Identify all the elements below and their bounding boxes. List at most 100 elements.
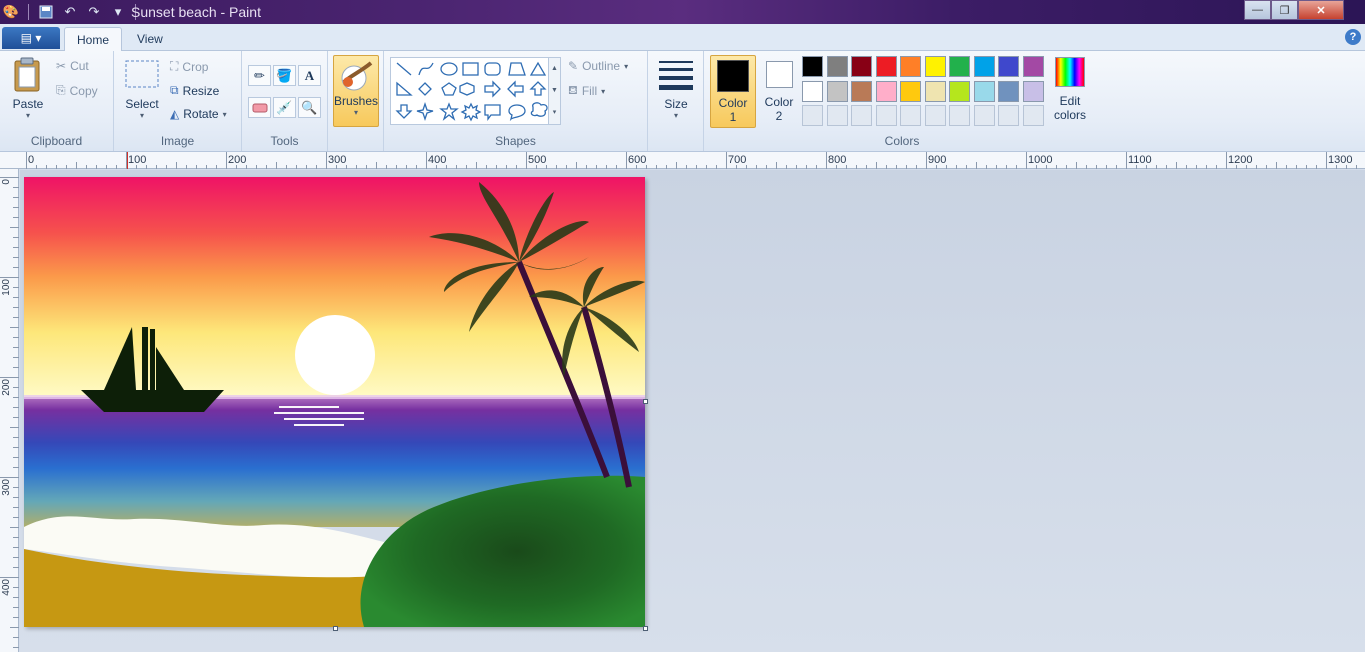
ruler-minor-tick: [866, 165, 867, 169]
palette-empty-slot[interactable]: [802, 105, 823, 126]
outline-button[interactable]: ✎ Outline ▾: [568, 59, 628, 73]
ruler-minor-tick: [546, 165, 547, 169]
ruler-label: 600: [628, 154, 647, 166]
resize-button[interactable]: ⧉ Resize: [170, 83, 219, 98]
window-title: Sunset beach - Paint: [131, 4, 261, 20]
palette-swatch[interactable]: [949, 56, 970, 77]
palette-swatch[interactable]: [973, 80, 995, 102]
ruler-minor-tick: [13, 207, 19, 208]
color1-button[interactable]: Color 1: [710, 55, 756, 128]
ruler-minor-tick: [1016, 165, 1017, 169]
ruler-minor-tick: [1006, 165, 1007, 169]
edit-colors-label-line1: Edit: [1059, 94, 1081, 108]
shapes-icons[interactable]: [393, 59, 553, 125]
palette-swatch[interactable]: [802, 80, 823, 102]
copy-button[interactable]: ⎘ Copy: [56, 83, 98, 98]
ruler-label: 1000: [1028, 154, 1053, 166]
size-button[interactable]: Size ▾: [656, 59, 696, 120]
ruler-minor-tick: [13, 237, 19, 238]
palette-swatch[interactable]: [1022, 56, 1044, 77]
palette-empty-slot[interactable]: [900, 105, 921, 126]
resize-handle-corner[interactable]: [643, 626, 648, 631]
help-icon[interactable]: ?: [1345, 29, 1361, 45]
palette-swatch[interactable]: [924, 56, 946, 77]
ruler-minor-tick: [846, 165, 847, 169]
fill-bucket-icon[interactable]: 🪣: [273, 65, 296, 86]
palette-swatch[interactable]: [875, 56, 897, 77]
text-tool-icon[interactable]: A: [298, 65, 321, 86]
resize-handle-bottom[interactable]: [333, 626, 338, 631]
tab-home[interactable]: Home: [64, 27, 123, 51]
palette-empty-slot[interactable]: [973, 105, 995, 126]
palette-swatch[interactable]: [998, 56, 1019, 77]
restore-button[interactable]: ❐: [1271, 0, 1298, 20]
shapes-gallery: ▲ ▼ ▾: [390, 57, 561, 125]
palette-empty-slot[interactable]: [998, 105, 1019, 126]
paste-button[interactable]: Paste ▾: [8, 57, 48, 120]
palette-swatch[interactable]: [1022, 80, 1044, 102]
copy-icon: ⎘: [56, 83, 66, 97]
palette-empty-slot[interactable]: [1022, 105, 1044, 126]
ruler-minor-tick: [13, 557, 19, 558]
pencil-icon[interactable]: ✏: [248, 65, 271, 86]
edit-colors-button[interactable]: Edit colors: [1050, 57, 1090, 122]
resize-handle-right[interactable]: [643, 399, 648, 404]
ruler-minor-tick: [13, 597, 19, 598]
palette-swatch[interactable]: [973, 56, 995, 77]
rotate-button[interactable]: ◭ Rotate ▾: [170, 107, 227, 121]
palette-swatch[interactable]: [949, 80, 970, 102]
ruler-minor-tick: [13, 607, 19, 608]
palette-swatch[interactable]: [900, 80, 921, 102]
drawing-canvas[interactable]: [24, 177, 645, 627]
ruler-minor-tick: [1296, 165, 1297, 169]
shapes-scrollbar[interactable]: ▲ ▼ ▾: [548, 58, 560, 124]
brushes-button[interactable]: Brushes ▾: [333, 55, 379, 127]
palette-empty-slot[interactable]: [949, 105, 970, 126]
ruler-minor-tick: [1206, 165, 1207, 169]
palette-swatch[interactable]: [924, 80, 946, 102]
palette-empty-slot[interactable]: [826, 105, 848, 126]
outline-icon: ✎: [568, 59, 579, 73]
redo-icon[interactable]: ↷: [85, 3, 103, 21]
tab-view[interactable]: View: [125, 27, 175, 51]
ruler-minor-tick: [1346, 165, 1347, 169]
tools-group: ✏ 🪣 A 💉 🔍 Tools: [242, 51, 328, 151]
close-button[interactable]: ✕: [1298, 0, 1344, 20]
magnifier-icon[interactable]: 🔍: [298, 97, 321, 118]
palette-empty-slot[interactable]: [924, 105, 946, 126]
clipboard-group: Paste ▾ ✂ Cut ⎘ Copy Clipboard: [0, 51, 114, 151]
palette-swatch[interactable]: [851, 80, 872, 102]
save-icon[interactable]: [37, 3, 55, 21]
ruler-label: 500: [528, 154, 547, 166]
cut-button[interactable]: ✂ Cut: [56, 59, 89, 73]
palette-swatch[interactable]: [875, 80, 897, 102]
eraser-icon[interactable]: [248, 97, 271, 118]
color2-button[interactable]: Color 2: [759, 59, 799, 123]
palette-swatch[interactable]: [826, 56, 848, 77]
color-picker-icon[interactable]: 💉: [273, 97, 296, 118]
palette-swatch[interactable]: [826, 80, 848, 102]
minimize-button[interactable]: —: [1244, 0, 1271, 20]
palette-empty-slot[interactable]: [875, 105, 897, 126]
palette-swatch[interactable]: [851, 56, 872, 77]
ruler-tick: [226, 152, 227, 169]
ruler-minor-tick: [706, 165, 707, 169]
palette-swatch[interactable]: [900, 56, 921, 77]
palette-empty-slot[interactable]: [851, 105, 872, 126]
crop-button[interactable]: ⛶ Crop: [170, 59, 208, 74]
customize-qat-icon[interactable]: ▾: [109, 3, 127, 21]
edit-colors-label-line2: colors: [1053, 108, 1086, 122]
ruler-minor-tick: [936, 165, 937, 169]
paint-app-icon[interactable]: 🎨: [2, 3, 20, 21]
ruler-label: 0: [1, 179, 12, 185]
select-button[interactable]: Select ▾: [122, 59, 162, 120]
palette-swatch[interactable]: [998, 80, 1019, 102]
fill-button[interactable]: ⛾ Fill ▾: [568, 83, 605, 99]
ruler-minor-tick: [586, 165, 587, 169]
paint-menu-button[interactable]: ▤ ▾: [2, 27, 60, 49]
vertical-ruler: 0 100 200 300 400: [0, 169, 19, 652]
palette-swatch[interactable]: [802, 56, 823, 77]
ruler-tick: [526, 152, 527, 169]
ruler-minor-tick: [10, 627, 19, 628]
undo-icon[interactable]: ↶: [61, 3, 79, 21]
